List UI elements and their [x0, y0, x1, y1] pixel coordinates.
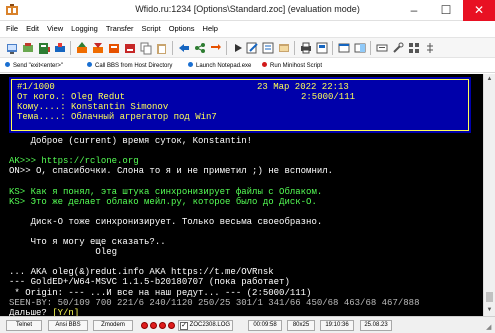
toolbar-separator: [226, 41, 227, 55]
terminal-line: Oleg: [9, 247, 118, 258]
user-button-bar: Send "exit<enter>" Call BBS from Host Di…: [0, 59, 495, 73]
edit-script-icon[interactable]: [245, 41, 259, 55]
dot-icon: [262, 62, 267, 67]
toolbar: [0, 37, 495, 58]
send-exit-button[interactable]: Send "exit<enter>": [5, 59, 63, 73]
disconnect-icon[interactable]: [53, 41, 67, 55]
menu-file[interactable]: File: [0, 22, 22, 36]
terminal-line: * Origin: --- ...И все на наш редут... -…: [9, 287, 312, 298]
launch-notepad-button[interactable]: Launch Notepad.exe: [188, 59, 251, 73]
download-icon[interactable]: [91, 41, 105, 55]
resize-grip-icon[interactable]: ◢: [486, 324, 494, 332]
menu-transfer[interactable]: Transfer: [102, 22, 138, 36]
checkbox-icon[interactable]: ✓: [180, 322, 188, 330]
menu-options[interactable]: Options: [165, 22, 199, 36]
terminal-line: AK>>> https://rclone.org: [9, 156, 139, 167]
status-emulation[interactable]: Ansi BBS: [48, 320, 88, 331]
terminal-line: ... AKA oleg(&)redut.info AKA https://t.…: [9, 267, 274, 278]
message-from: От кого.: Oleg Redut: [17, 92, 126, 102]
zmodem-receive-icon[interactable]: [123, 41, 137, 55]
options-icon[interactable]: [261, 41, 275, 55]
message-from-address: 2:5000/111: [301, 92, 356, 102]
printer-icon[interactable]: [299, 41, 313, 55]
terminal-line: Диск-О тоже синхронизирует. Только весьм…: [9, 216, 323, 227]
terminal-line: ON>> О, спасибочки. Слона то я и не прим…: [9, 166, 334, 177]
menu-bar: File Edit View Logging Transfer Script Options…: [0, 22, 495, 36]
terminal-line: KS> Это же делает облако мейл.ру, которо…: [9, 196, 317, 207]
new-session-icon[interactable]: [5, 41, 19, 55]
terminal-line: Дальше? [Y/n]: [9, 308, 79, 316]
status-transfer[interactable]: Zmodem: [93, 320, 133, 331]
message-header: #1/1000 23 Мар 2022 22:13 От кого.: Oleg…: [9, 77, 471, 133]
prompt-options: [Y/n]: [52, 307, 80, 316]
transfer-icon[interactable]: [209, 41, 223, 55]
tools-icon[interactable]: [391, 41, 405, 55]
toolbar-separator: [370, 41, 371, 55]
host-directory-icon[interactable]: [277, 41, 291, 55]
terminal-line: KS> Как я понял, эта штука синхронизируе…: [9, 186, 323, 197]
toolbar-separator: [332, 41, 333, 55]
menu-edit[interactable]: Edit: [22, 22, 43, 36]
log-icon[interactable]: [315, 41, 329, 55]
play-icon[interactable]: [231, 41, 245, 55]
message-subject: Тема....: Облачный агрегатор под Win7: [17, 112, 217, 122]
message-number: #1/1000: [17, 82, 55, 92]
status-bar: Telnet Ansi BBS Zmodem ✓ ZOC2308.LOG 00:…: [0, 316, 495, 333]
status-logfile[interactable]: ✓ ZOC2308.LOG: [178, 320, 233, 331]
led-icon: [150, 322, 157, 329]
menu-script[interactable]: Script: [138, 22, 165, 36]
terminal-line: Что я могу еще сказать?..: [9, 237, 166, 247]
dot-icon: [5, 62, 10, 67]
more-icon[interactable]: [423, 41, 437, 55]
zmodem-send-icon[interactable]: [107, 41, 121, 55]
led-icon: [141, 322, 148, 329]
message-to: Кому....: Konstantin Simonov: [17, 102, 169, 112]
led-icon: [168, 322, 175, 329]
phonebook-icon[interactable]: [37, 41, 51, 55]
split-window-icon[interactable]: [353, 41, 367, 55]
scroll-up-icon[interactable]: ▲: [484, 74, 495, 85]
led-icon: [159, 322, 166, 329]
share-icon[interactable]: [193, 41, 207, 55]
terminal-screen[interactable]: #1/1000 23 Мар 2022 22:13 От кого.: Oleg…: [0, 74, 483, 316]
status-size: 80x25: [287, 320, 315, 331]
scroll-down-icon[interactable]: ▼: [484, 305, 495, 316]
toolbar-separator: [70, 41, 71, 55]
call-bbs-button[interactable]: Call BBS from Host Directory: [87, 59, 172, 73]
title-bar: Wfido.ru:1234 [Options\Standard.zoc] (ev…: [0, 0, 495, 21]
copy-icon[interactable]: [139, 41, 153, 55]
message-date: 23 Мар 2022 22:13: [257, 82, 349, 92]
menu-view[interactable]: View: [43, 22, 67, 36]
status-time: 19:10:36: [320, 320, 354, 331]
terminal-scrollbar[interactable]: ▲ ▼: [483, 74, 495, 316]
toolbar-separator: [172, 41, 173, 55]
menu-help[interactable]: Help: [199, 22, 222, 36]
status-date: 25.08.23: [360, 320, 392, 331]
dot-icon: [87, 62, 92, 67]
maximize-button[interactable]: ☐: [430, 0, 462, 21]
prompt-text: Дальше?: [9, 307, 53, 316]
scroll-thumb[interactable]: [486, 292, 493, 302]
keyboard-icon[interactable]: [375, 41, 389, 55]
terminal-line: --- GoldED+/W64-MSVC 1.1.5-b20180707 (по…: [9, 277, 290, 288]
status-protocol[interactable]: Telnet: [6, 320, 42, 331]
terminal-line: SEEN-BY: 50/109 700 221/6 240/1120 250/2…: [9, 297, 420, 308]
menu-logging[interactable]: Logging: [67, 22, 102, 36]
window-icon[interactable]: [337, 41, 351, 55]
paste-icon[interactable]: [155, 41, 169, 55]
status-elapsed: 00:09:58: [248, 320, 282, 331]
dot-icon: [188, 62, 193, 67]
grid-icon[interactable]: [407, 41, 421, 55]
connect-icon[interactable]: [21, 41, 35, 55]
terminal-line: Доброе (current) время суток, Konstantin…: [9, 136, 253, 146]
upload-icon[interactable]: [75, 41, 89, 55]
minimize-button[interactable]: –: [398, 0, 430, 21]
run-minihost-button[interactable]: Run Minihost Script: [262, 59, 322, 73]
close-button[interactable]: ✕: [463, 0, 495, 21]
toolbar-separator: [294, 41, 295, 55]
script-icon[interactable]: [177, 41, 191, 55]
